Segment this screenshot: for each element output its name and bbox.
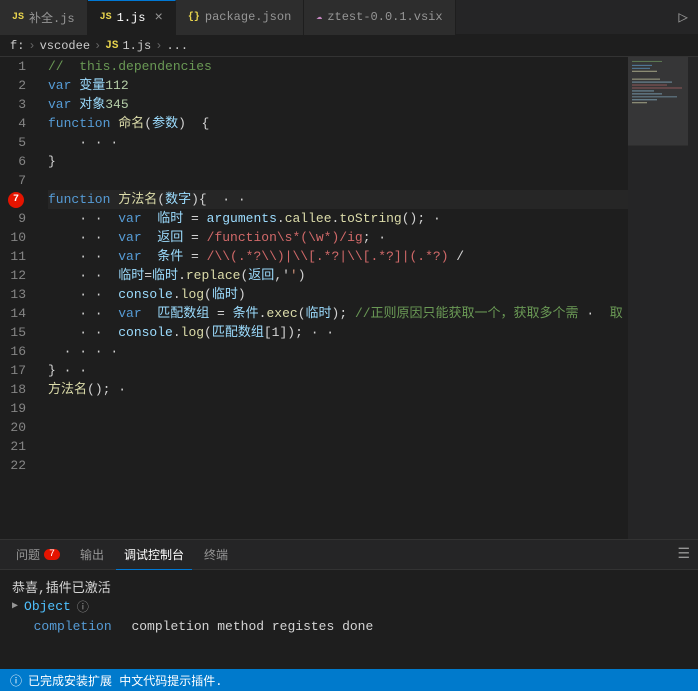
panel-menu-icon[interactable]: ☰	[677, 546, 690, 563]
line-num-10: 10	[0, 228, 32, 247]
code-editor[interactable]: // this.dependencies var 变量 112 var 对象 3…	[40, 57, 628, 539]
panel-line-3: completion completion method registes do…	[12, 616, 686, 636]
tab-js-icon-buquan: JS	[12, 12, 24, 23]
expand-arrow-icon[interactable]: ▶	[12, 600, 18, 612]
code-line-12: · · 临时 = 临时 . replace ( 返回 ,' ' )	[48, 266, 628, 285]
tab-close-1js[interactable]: ×	[154, 10, 162, 26]
tab-label-vsix: ztest-0.0.1.vsix	[327, 10, 442, 24]
panel-debug-label: 调试控制台	[124, 546, 184, 563]
line-num-16: 16	[0, 342, 32, 361]
line-num-7-marker: 7	[0, 190, 32, 209]
code-line-1: // this.dependencies	[48, 57, 628, 76]
code-line-19	[48, 399, 628, 418]
line-num-5: 5	[0, 133, 32, 152]
code-line-4: function 命名 ( 参数 ) {	[48, 114, 628, 133]
info-icon: ⓘ	[77, 598, 89, 615]
code-line-5: · · ·	[48, 133, 628, 152]
tab-js-icon-1js: JS	[100, 12, 112, 23]
status-info-icon: ⓘ	[10, 672, 22, 689]
code-line-9: · · var 临时 = arguments . callee . toStri…	[48, 209, 628, 228]
tab-label-1js: 1.js	[117, 11, 146, 25]
tab-buquan[interactable]: JS 补全.js	[0, 0, 88, 35]
code-line-16: · · · ·	[48, 342, 628, 361]
vertical-scrollbar[interactable]	[688, 57, 698, 539]
completion-method-text: completion	[34, 619, 112, 634]
breadcrumb: f: › vscodee › JS 1.js › ...	[0, 35, 698, 57]
code-line-14: · · var 匹配数组 = 条件 . exec ( 临时 ); //正则原因只…	[48, 304, 628, 323]
panel-line-2: ▶ Object ⓘ	[12, 596, 686, 616]
line-num-18: 18	[0, 380, 32, 399]
panel-tab-problems[interactable]: 问题 7	[8, 540, 68, 570]
tab-label-package: package.json	[205, 10, 291, 24]
line-num-14: 14	[0, 304, 32, 323]
panel-tab-bar: 问题 7 输出 调试控制台 终端 ☰	[0, 540, 698, 570]
breadcrumb-ellipsis: ...	[166, 39, 188, 53]
panel-line-1: 恭喜,插件已激活	[12, 576, 686, 596]
code-line-8: function 方法名 ( 数字 ){ · ·	[48, 190, 628, 209]
line-num-2: 2	[0, 76, 32, 95]
tab-vsix-icon: ☁	[316, 11, 322, 23]
tab-vsix[interactable]: ☁ ztest-0.0.1.vsix	[304, 0, 455, 35]
breadcrumb-vscodee[interactable]: vscodee	[40, 39, 90, 53]
line-num-1: 1	[0, 57, 32, 76]
code-line-13: · · console . log ( 临时 )	[48, 285, 628, 304]
object-label: Object	[24, 599, 71, 614]
line-num-22: 22	[0, 456, 32, 475]
code-line-20	[48, 418, 628, 437]
line-numbers: 1 2 3 4 5 6 7 7 9 10 11 12 13 14 15 16 1…	[0, 57, 40, 539]
tab-json-icon: {}	[188, 12, 200, 23]
panel-problems-label: 问题	[16, 546, 40, 563]
minimap-svg	[628, 57, 688, 539]
line-num-17: 17	[0, 361, 32, 380]
line-num-20: 20	[0, 418, 32, 437]
bottom-panel: 问题 7 输出 调试控制台 终端 ☰ 恭喜,插件已激活 ▶ Object ⓘ c…	[0, 539, 698, 669]
line-num-11: 11	[0, 247, 32, 266]
panel-tab-output[interactable]: 输出	[72, 540, 112, 570]
tab-label-buquan: 补全.js	[29, 9, 75, 26]
minimap[interactable]	[628, 57, 688, 539]
code-line-6: }	[48, 152, 628, 171]
line-num-6: 6	[0, 152, 32, 171]
line-num-9: 9	[0, 209, 32, 228]
line-num-21: 21	[0, 437, 32, 456]
line-num-7: 7	[0, 171, 32, 190]
panel-output-label: 输出	[80, 546, 104, 563]
code-line-22	[48, 456, 628, 475]
line-num-15: 15	[0, 323, 32, 342]
code-line-15: · · console . log ( 匹配数组 [1]); · ·	[48, 323, 628, 342]
breadcrumb-1js[interactable]: 1.js	[122, 39, 151, 53]
code-line-11: · · var 条件 = /\\(.*?\\)|\\[.*?|\\[.*?]|(…	[48, 247, 628, 266]
run-button[interactable]: ▷	[668, 7, 698, 27]
line-num-13: 13	[0, 285, 32, 304]
breadcrumb-js-icon: JS	[105, 40, 118, 52]
plugin-activated-text: 恭喜,插件已激活	[12, 577, 111, 596]
panel-terminal-label: 终端	[204, 546, 228, 563]
line-num-19: 19	[0, 399, 32, 418]
breakpoint-7[interactable]: 7	[8, 192, 24, 208]
code-line-7	[48, 171, 628, 190]
panel-tab-terminal[interactable]: 终端	[196, 540, 236, 570]
code-line-18: 方法名 (); ·	[48, 380, 628, 399]
line-num-4: 4	[0, 114, 32, 133]
line-num-3: 3	[0, 95, 32, 114]
code-line-21	[48, 437, 628, 456]
tab-bar: JS 补全.js JS 1.js × {} package.json ☁ zte…	[0, 0, 698, 35]
panel-tab-debug[interactable]: 调试控制台	[116, 540, 192, 570]
tab-package[interactable]: {} package.json	[176, 0, 304, 35]
code-line-2: var 变量 112	[48, 76, 628, 95]
breadcrumb-f[interactable]: f:	[10, 39, 24, 53]
completion-rest-text: completion method registes done	[131, 619, 373, 634]
problems-badge: 7	[44, 549, 60, 560]
tab-1js[interactable]: JS 1.js ×	[88, 0, 176, 35]
status-text: 已完成安装扩展 中文代码提示插件.	[28, 672, 688, 689]
panel-actions: ☰	[677, 546, 690, 563]
code-line-17: } · ·	[48, 361, 628, 380]
code-line-10: · · var 返回 = /function\s*(\w*)/ig ; ·	[48, 228, 628, 247]
line-num-12: 12	[0, 266, 32, 285]
panel-content: 恭喜,插件已激活 ▶ Object ⓘ completion completio…	[0, 570, 698, 669]
status-bar: ⓘ 已完成安装扩展 中文代码提示插件.	[0, 669, 698, 691]
code-line-3: var 对象 345	[48, 95, 628, 114]
editor-area: 1 2 3 4 5 6 7 7 9 10 11 12 13 14 15 16 1…	[0, 57, 698, 539]
